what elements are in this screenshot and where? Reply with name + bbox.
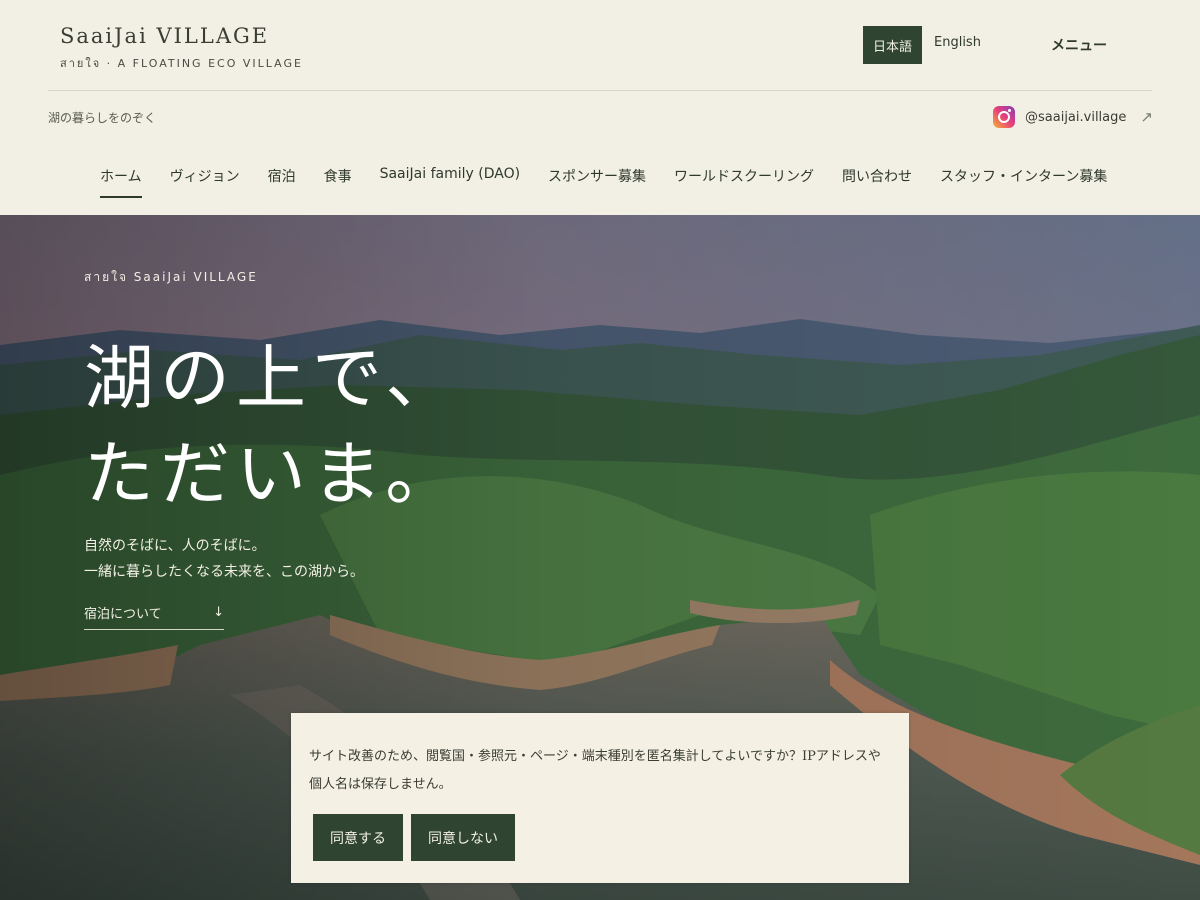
nav-item-stay[interactable]: 宿泊 bbox=[268, 166, 296, 198]
nav-item-worldschooling[interactable]: ワールドスクーリング bbox=[674, 166, 814, 198]
hero-title-line-2: ただいま。 bbox=[84, 433, 462, 515]
external-link-icon: ↗ bbox=[1140, 108, 1153, 126]
stay-info-link-label: 宿泊について bbox=[84, 607, 162, 622]
consent-banner: サイト改善のため、閲覧国・参照元・ページ・端末種別を匿名集計してよいですか？IP… bbox=[291, 713, 909, 883]
nav-item-staff-intern[interactable]: スタッフ・インターン募集 bbox=[940, 166, 1107, 198]
language-english-button[interactable]: English bbox=[934, 35, 981, 50]
decline-button[interactable]: 同意しない bbox=[411, 814, 515, 861]
instagram-icon bbox=[993, 106, 1015, 128]
brand-logo[interactable]: SaaiJai VILLAGE สายใจ · A FLOATING ECO V… bbox=[60, 22, 303, 72]
brand-subtitle: สายใจ · A FLOATING ECO VILLAGE bbox=[60, 57, 303, 70]
hero-lede-line-1: 自然のそばに、人のそばに。 bbox=[84, 538, 266, 554]
arrow-down-icon: ↓ bbox=[213, 605, 224, 620]
instagram-handle: @saaijai.village bbox=[1025, 109, 1127, 125]
consent-message: サイト改善のため、閲覧国・参照元・ページ・端末種別を匿名集計してよいですか？IP… bbox=[309, 749, 881, 792]
nav-item-vision[interactable]: ヴィジョン bbox=[170, 166, 240, 198]
hero-lede: 自然のそばに、人のそばに。 一緒に暮らしたくなる未来を、この湖から。 bbox=[84, 533, 364, 585]
stay-info-link[interactable]: 宿泊について ↓ bbox=[84, 603, 224, 630]
hero-lede-line-2: 一緒に暮らしたくなる未来を、この湖から。 bbox=[84, 564, 364, 580]
hero-title: 湖の上で、 ただいま。 bbox=[84, 330, 461, 522]
hero-title-line-1: 湖の上で、 bbox=[84, 337, 462, 419]
main-nav: ホーム ヴィジョン 宿泊 食事 SaaiJai family (DAO) スポン… bbox=[100, 166, 1107, 198]
hero-eyebrow: สายใจ SaaiJai VILLAGE bbox=[84, 270, 258, 284]
nav-item-contact[interactable]: 問い合わせ bbox=[842, 166, 912, 198]
header-divider bbox=[48, 90, 1152, 91]
nav-item-sponsor[interactable]: スポンサー募集 bbox=[548, 166, 646, 198]
nav-item-family-dao[interactable]: SaaiJai family (DAO) bbox=[380, 166, 520, 198]
site-header: SaaiJai VILLAGE สายใจ · A FLOATING ECO V… bbox=[0, 0, 1200, 215]
menu-button[interactable]: メニュー bbox=[1051, 35, 1107, 55]
header-tagline: 湖の暮らしをのぞく bbox=[48, 111, 157, 125]
nav-item-food[interactable]: 食事 bbox=[324, 166, 352, 198]
nav-item-home[interactable]: ホーム bbox=[100, 166, 142, 198]
instagram-link[interactable]: @saaijai.village ↗ bbox=[993, 106, 1153, 128]
brand-title: SaaiJai VILLAGE bbox=[60, 24, 270, 48]
language-japanese-button[interactable]: 日本語 bbox=[863, 26, 922, 64]
agree-button[interactable]: 同意する bbox=[313, 814, 403, 861]
